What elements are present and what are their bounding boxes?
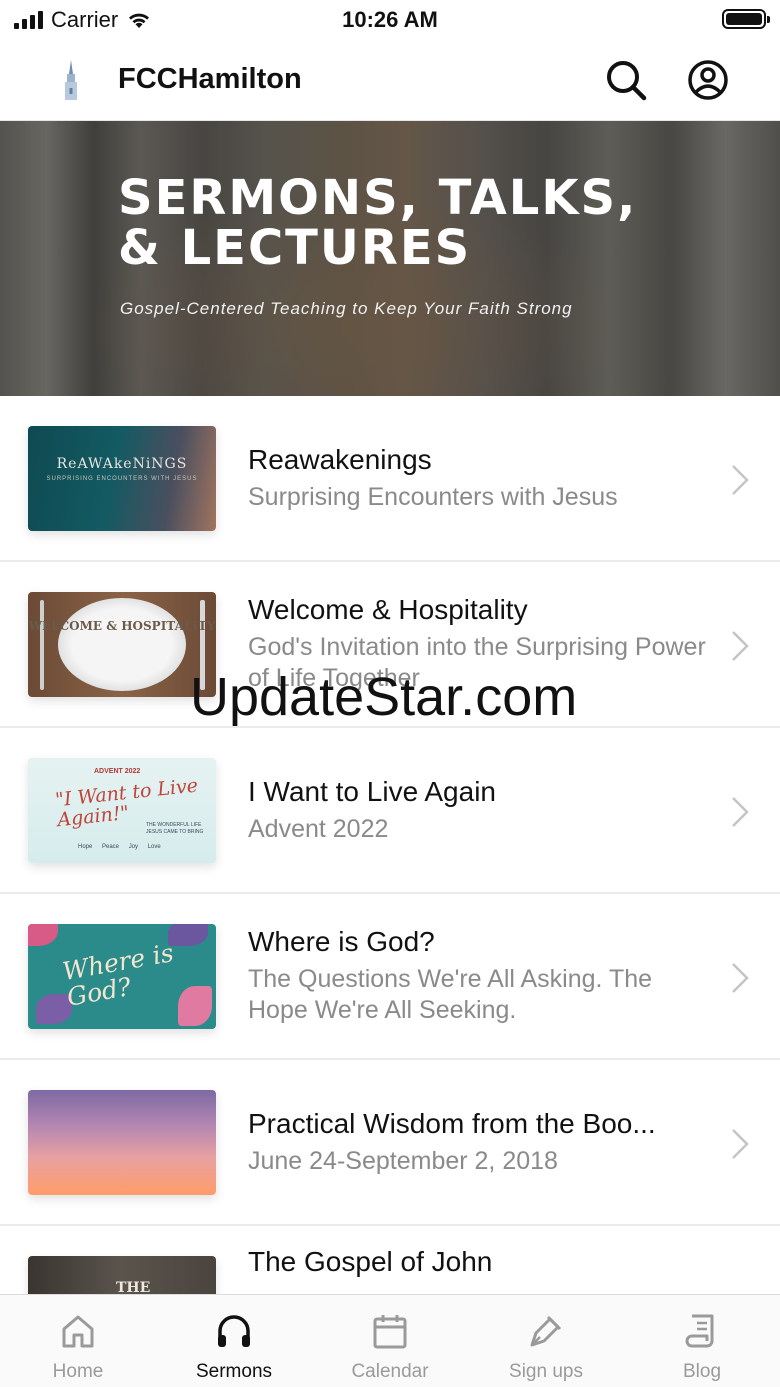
- tab-blog[interactable]: Blog: [624, 1295, 780, 1387]
- series-thumbnail: WELCOME & HOSPITALITY: [28, 592, 216, 697]
- series-title: Practical Wisdom from the Boo...: [248, 1108, 656, 1139]
- chevron-right-icon: [732, 797, 749, 827]
- list-item[interactable]: ADVENT 2022 "I Want to Live Again!" THE …: [0, 728, 780, 894]
- calendar-icon: [373, 1315, 407, 1349]
- series-title: Reawakenings: [248, 444, 432, 475]
- tab-bar: Home Sermons Calendar Sign ups Blog: [0, 1294, 780, 1387]
- series-title: Welcome & Hospitality: [248, 594, 528, 625]
- list-item[interactable]: ReAWAkeNiNGS SURPRISING ENCOUNTERS WITH …: [0, 396, 780, 562]
- list-item[interactable]: Practical Wisdom from the Boo... June 24…: [0, 1060, 780, 1226]
- chevron-right-icon: [732, 963, 749, 993]
- list-item[interactable]: Where is God? Where is God? The Question…: [0, 894, 780, 1060]
- series-subtitle: The Questions We're All Asking. The Hope…: [248, 965, 653, 1024]
- series-subtitle: June 24-September 2, 2018: [248, 1147, 558, 1175]
- series-title: Where is God?: [248, 926, 435, 957]
- series-thumbnail: [28, 1090, 216, 1195]
- pen-icon: [530, 1315, 562, 1347]
- series-thumbnail: ReAWAkeNiNGS SURPRISING ENCOUNTERS WITH …: [28, 426, 216, 531]
- series-subtitle: Advent 2022: [248, 815, 389, 843]
- watermark: UpdateStar.com: [190, 667, 578, 727]
- tab-calendar[interactable]: Calendar: [312, 1295, 468, 1387]
- search-icon[interactable]: [604, 58, 648, 102]
- nav-bar: FCCHamilton: [0, 40, 780, 121]
- battery-icon: [722, 9, 770, 29]
- series-subtitle: Surprising Encounters with Jesus: [248, 483, 618, 511]
- account-circle-icon[interactable]: [686, 58, 730, 102]
- church-steeple-icon: [65, 60, 77, 100]
- hero-banner: SERMONS, TALKS, & LECTURES Gospel-Center…: [0, 121, 780, 396]
- series-title: The Gospel of John: [248, 1246, 493, 1277]
- headphones-icon: [218, 1315, 250, 1347]
- series-thumbnail: ADVENT 2022 "I Want to Live Again!" THE …: [28, 758, 216, 863]
- tab-sermons[interactable]: Sermons: [156, 1295, 312, 1387]
- hero-subtitle: Gospel-Centered Teaching to Keep Your Fa…: [120, 299, 573, 318]
- tab-label: Calendar: [351, 1361, 429, 1382]
- home-icon: [62, 1315, 94, 1348]
- tab-sign-ups[interactable]: Sign ups: [468, 1295, 624, 1387]
- series-list: ReAWAkeNiNGS SURPRISING ENCOUNTERS WITH …: [0, 396, 780, 1387]
- status-bar: Carrier 10:26 AM: [0, 0, 780, 40]
- tab-label: Sermons: [195, 1361, 273, 1382]
- tab-home[interactable]: Home: [0, 1295, 156, 1387]
- tab-label: Blog: [682, 1361, 722, 1382]
- tab-label: Sign ups: [509, 1361, 583, 1382]
- chevron-right-icon: [732, 465, 749, 495]
- hero-title: SERMONS, TALKS, & LECTURES: [118, 170, 638, 276]
- series-thumbnail: Where is God?: [28, 924, 216, 1029]
- tab-label: Home: [52, 1361, 104, 1382]
- series-title: I Want to Live Again: [248, 776, 496, 807]
- scroll-icon: [685, 1314, 714, 1348]
- status-time: 10:26 AM: [342, 7, 438, 32]
- chevron-right-icon: [732, 631, 749, 661]
- app-title: FCCHamilton: [118, 63, 302, 95]
- chevron-right-icon: [732, 1129, 749, 1159]
